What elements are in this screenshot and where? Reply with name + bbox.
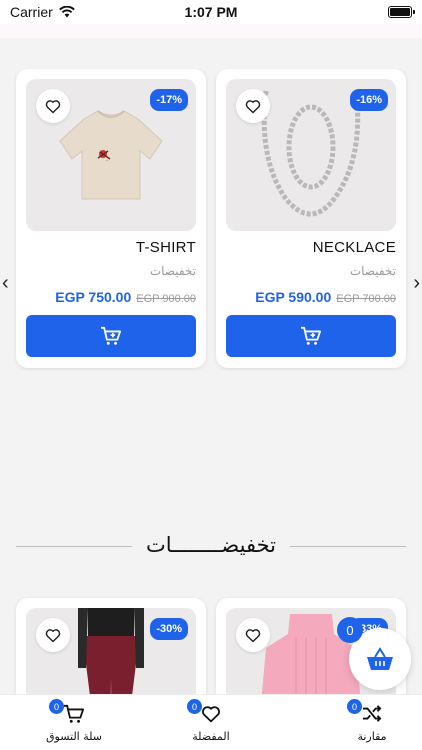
nav-item-favorites[interactable]: 0 المفضلة: [161, 699, 261, 747]
chevron-right-icon[interactable]: ›: [413, 272, 420, 295]
sale-section-header: تخفيضــــــــات: [16, 531, 406, 561]
basket-count-badge: 0: [337, 617, 363, 643]
discount-badge: -17%: [150, 89, 188, 111]
add-to-cart-button[interactable]: [26, 315, 196, 357]
carrier-info: Carrier: [10, 4, 75, 20]
nav-item-cart[interactable]: 0 سلة التسوق: [24, 699, 124, 747]
favorites-count: 0: [187, 699, 202, 714]
original-price: EGP 900.00: [136, 293, 196, 305]
compare-count: 0: [347, 699, 362, 714]
heart-outline-icon: [245, 99, 261, 113]
heart-outline-icon: [45, 628, 61, 642]
nav-label: سلة التسوق: [45, 730, 102, 743]
product-image[interactable]: -16%: [226, 79, 396, 231]
cart-count: 0: [49, 699, 64, 714]
favorite-button[interactable]: [36, 618, 70, 652]
favorite-button[interactable]: [36, 89, 70, 123]
discount-badge: -30%: [150, 618, 188, 640]
wifi-icon: [58, 6, 75, 18]
favorite-button[interactable]: [236, 618, 270, 652]
nav-label: مقارنة: [357, 730, 387, 743]
heart-outline-icon: [245, 628, 261, 642]
nav-item-compare[interactable]: 0 مقارنة: [322, 699, 422, 747]
chevron-left-icon[interactable]: ‹: [2, 272, 9, 295]
header-band: [0, 24, 422, 38]
nav-label: المفضلة: [192, 730, 230, 743]
cart-icon: [64, 704, 84, 723]
bottom-nav: 0 مقارنة 0 المفضلة 0 سلة التسوق: [0, 694, 422, 750]
product-name[interactable]: T-SHIRT: [136, 239, 196, 256]
favorite-button[interactable]: [236, 89, 270, 123]
product-card[interactable]: ~ -17% T-SHIRT تخفيضات EGP 750.00 EGP 90…: [16, 69, 206, 368]
price-row: EGP 590.00 EGP 700.00: [255, 289, 396, 305]
sale-price: EGP 750.00: [55, 289, 132, 305]
original-price: EGP 700.00: [336, 293, 396, 305]
price-row: EGP 750.00 EGP 900.00: [55, 289, 196, 305]
sale-price: EGP 590.00: [255, 289, 332, 305]
status-bar: Carrier 1:07 PM: [0, 0, 422, 24]
product-name[interactable]: NECKLACE: [313, 239, 396, 256]
basket-icon: [367, 647, 393, 670]
product-label: تخفيضات: [349, 264, 396, 278]
heart-outline-icon: [45, 99, 61, 113]
add-to-cart-button[interactable]: [226, 315, 396, 357]
battery-icon: [388, 6, 415, 18]
heart-icon: [202, 706, 220, 723]
cart-add-icon: [301, 326, 321, 345]
carrier-name: Carrier: [10, 4, 53, 20]
section-title: تخفيضــــــــات: [132, 533, 290, 557]
shuffle-icon: [362, 705, 382, 722]
product-image[interactable]: ~ -17%: [26, 79, 196, 231]
product-label: تخفيضات: [149, 264, 196, 278]
product-card[interactable]: -16% NECKLACE تخفيضات EGP 590.00 EGP 700…: [216, 69, 406, 368]
cart-add-icon: [101, 326, 121, 345]
discount-badge: -16%: [350, 89, 388, 111]
